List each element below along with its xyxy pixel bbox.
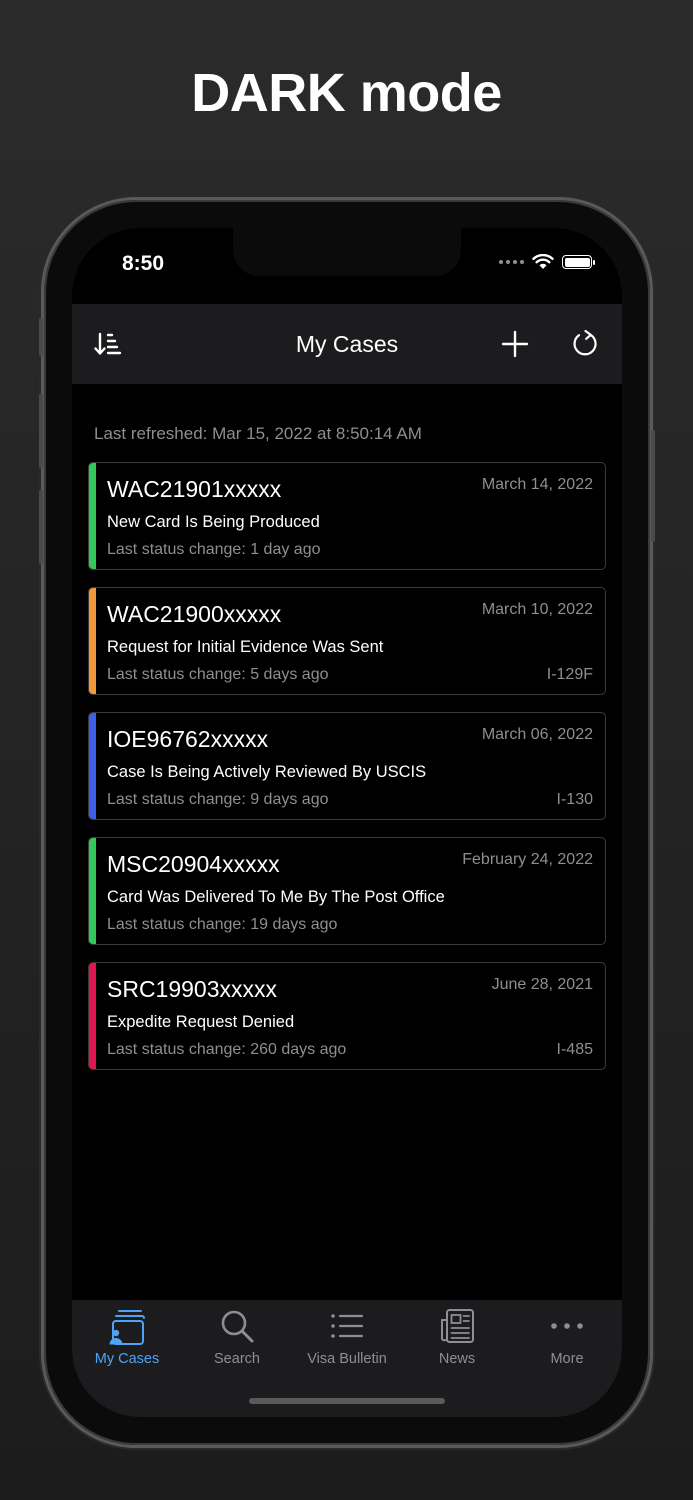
receipt-number: IOE96762xxxxx xyxy=(107,726,269,752)
receipt-number: MSC20904xxxxx xyxy=(107,851,280,877)
mute-switch xyxy=(39,318,43,356)
case-date: February 24, 2022 xyxy=(462,851,593,868)
volume-down-button xyxy=(39,490,43,564)
power-button xyxy=(651,430,655,542)
battery-icon xyxy=(562,255,595,269)
tab-news[interactable]: News xyxy=(402,1300,512,1380)
my-cases-icon xyxy=(109,1310,145,1345)
tab-label: Search xyxy=(214,1351,260,1367)
receipt-number: WAC21900xxxxx xyxy=(107,601,282,627)
page-title: My Cases xyxy=(295,331,399,357)
tab-label: Visa Bulletin xyxy=(307,1351,387,1367)
case-date: June 28, 2021 xyxy=(491,976,593,993)
status-color-bar xyxy=(89,713,96,819)
navigation-bar: My Cases xyxy=(72,304,622,384)
case-card[interactable]: IOE96762xxxxx March 06, 2022 Case Is Bei… xyxy=(88,712,606,820)
status-color-bar xyxy=(89,588,96,694)
list-icon xyxy=(331,1314,364,1338)
last-status-change: Last status change: 5 days ago xyxy=(107,666,329,683)
case-card[interactable]: SRC19903xxxxx June 28, 2021 Expedite Req… xyxy=(88,962,606,1070)
last-status-change: Last status change: 1 day ago xyxy=(107,541,321,558)
last-status-change: Last status change: 19 days ago xyxy=(107,916,338,933)
tab-more[interactable]: More xyxy=(512,1300,622,1380)
case-status: New Card Is Being Produced xyxy=(107,513,320,531)
last-status-change: Last status change: 260 days ago xyxy=(107,1041,347,1058)
tab-visa-bulletin[interactable]: Visa Bulletin xyxy=(292,1300,402,1380)
last-refreshed-text: Last refreshed: Mar 15, 2022 at 8:50:14 … xyxy=(94,424,422,443)
tab-label: News xyxy=(438,1351,476,1367)
case-date: March 06, 2022 xyxy=(481,726,593,743)
screen: 8:50 My Cases Last refreshed: Mar 15, 20… xyxy=(72,228,622,1417)
status-color-bar xyxy=(89,463,96,569)
wifi-icon xyxy=(532,254,554,269)
case-status: Case Is Being Actively Reviewed By USCIS xyxy=(107,763,427,781)
headline: DARK mode xyxy=(191,63,502,123)
phone-frame: 8:50 My Cases Last refreshed: Mar 15, 20… xyxy=(39,200,655,1445)
cellular-signal-icon xyxy=(499,260,524,264)
notch xyxy=(233,228,461,276)
receipt-number: WAC21901xxxxx xyxy=(107,476,282,502)
case-card[interactable]: MSC20904xxxxx February 24, 2022 Card Was… xyxy=(88,837,606,945)
form-type: I-129F xyxy=(546,666,593,683)
volume-up-button xyxy=(39,394,43,468)
refresh-button[interactable] xyxy=(569,328,601,360)
search-icon xyxy=(221,1310,254,1343)
case-list: WAC21901xxxxx March 14, 2022 New Card Is… xyxy=(88,462,606,1087)
add-case-button[interactable] xyxy=(499,328,531,360)
more-icon xyxy=(551,1323,583,1329)
receipt-number: SRC19903xxxxx xyxy=(107,976,278,1002)
case-date: March 10, 2022 xyxy=(481,601,593,618)
status-time: 8:50 xyxy=(122,252,165,275)
tab-label: More xyxy=(550,1351,584,1367)
case-status: Expedite Request Denied xyxy=(107,1013,295,1031)
case-status: Card Was Delivered To Me By The Post Off… xyxy=(107,888,445,906)
case-card[interactable]: WAC21900xxxxx March 10, 2022 Request for… xyxy=(88,587,606,695)
status-color-bar xyxy=(89,838,96,944)
tab-search[interactable]: Search xyxy=(182,1300,292,1380)
tab-my-cases[interactable]: My Cases xyxy=(72,1300,182,1380)
tab-label: My Cases xyxy=(94,1351,160,1367)
newspaper-icon xyxy=(441,1309,474,1343)
case-date: March 14, 2022 xyxy=(481,476,593,493)
case-status: Request for Initial Evidence Was Sent xyxy=(107,638,384,656)
status-color-bar xyxy=(89,963,96,1069)
status-icons xyxy=(499,254,595,270)
form-type: I-485 xyxy=(556,1041,593,1058)
home-indicator[interactable] xyxy=(249,1398,445,1404)
case-card[interactable]: WAC21901xxxxx March 14, 2022 New Card Is… xyxy=(88,462,606,570)
form-type: I-130 xyxy=(556,791,593,808)
last-status-change: Last status change: 9 days ago xyxy=(107,791,329,808)
